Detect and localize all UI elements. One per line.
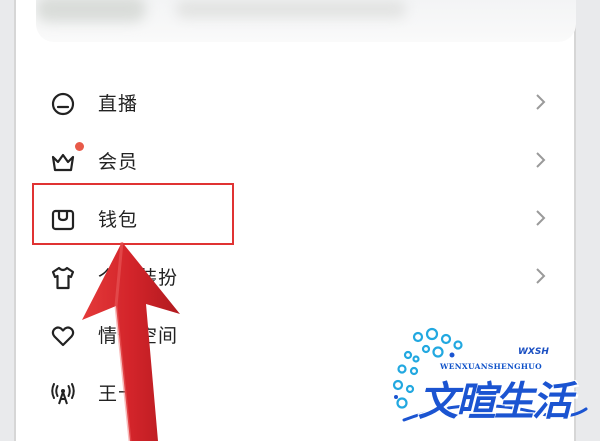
menu-item-label: 会员 xyxy=(98,151,139,173)
chevron-right-icon xyxy=(534,266,548,286)
menu-item-label: 直播 xyxy=(98,93,139,115)
chevron-right-icon xyxy=(534,150,548,170)
heart-icon xyxy=(50,323,76,349)
red-arrow-annotation xyxy=(82,241,180,441)
signal-tower-icon xyxy=(50,381,76,407)
tshirt-icon xyxy=(50,265,76,291)
crown-icon xyxy=(50,149,76,175)
live-icon xyxy=(50,91,76,117)
notification-badge xyxy=(75,142,84,151)
watermark-logo: WXSH WENXUANSHENGHUO 文暄生活 xyxy=(388,325,592,435)
menu-item-vip[interactable]: 会员 xyxy=(16,132,574,190)
chevron-right-icon xyxy=(534,208,548,228)
watermark-initials: WXSH xyxy=(518,347,549,357)
menu-item-live[interactable]: 直播 xyxy=(16,74,574,132)
blurred-profile-header xyxy=(36,0,576,42)
chevron-right-icon xyxy=(534,92,548,112)
wallet-highlight-box xyxy=(32,183,234,245)
watermark-title: 文暄生活 xyxy=(418,379,572,425)
